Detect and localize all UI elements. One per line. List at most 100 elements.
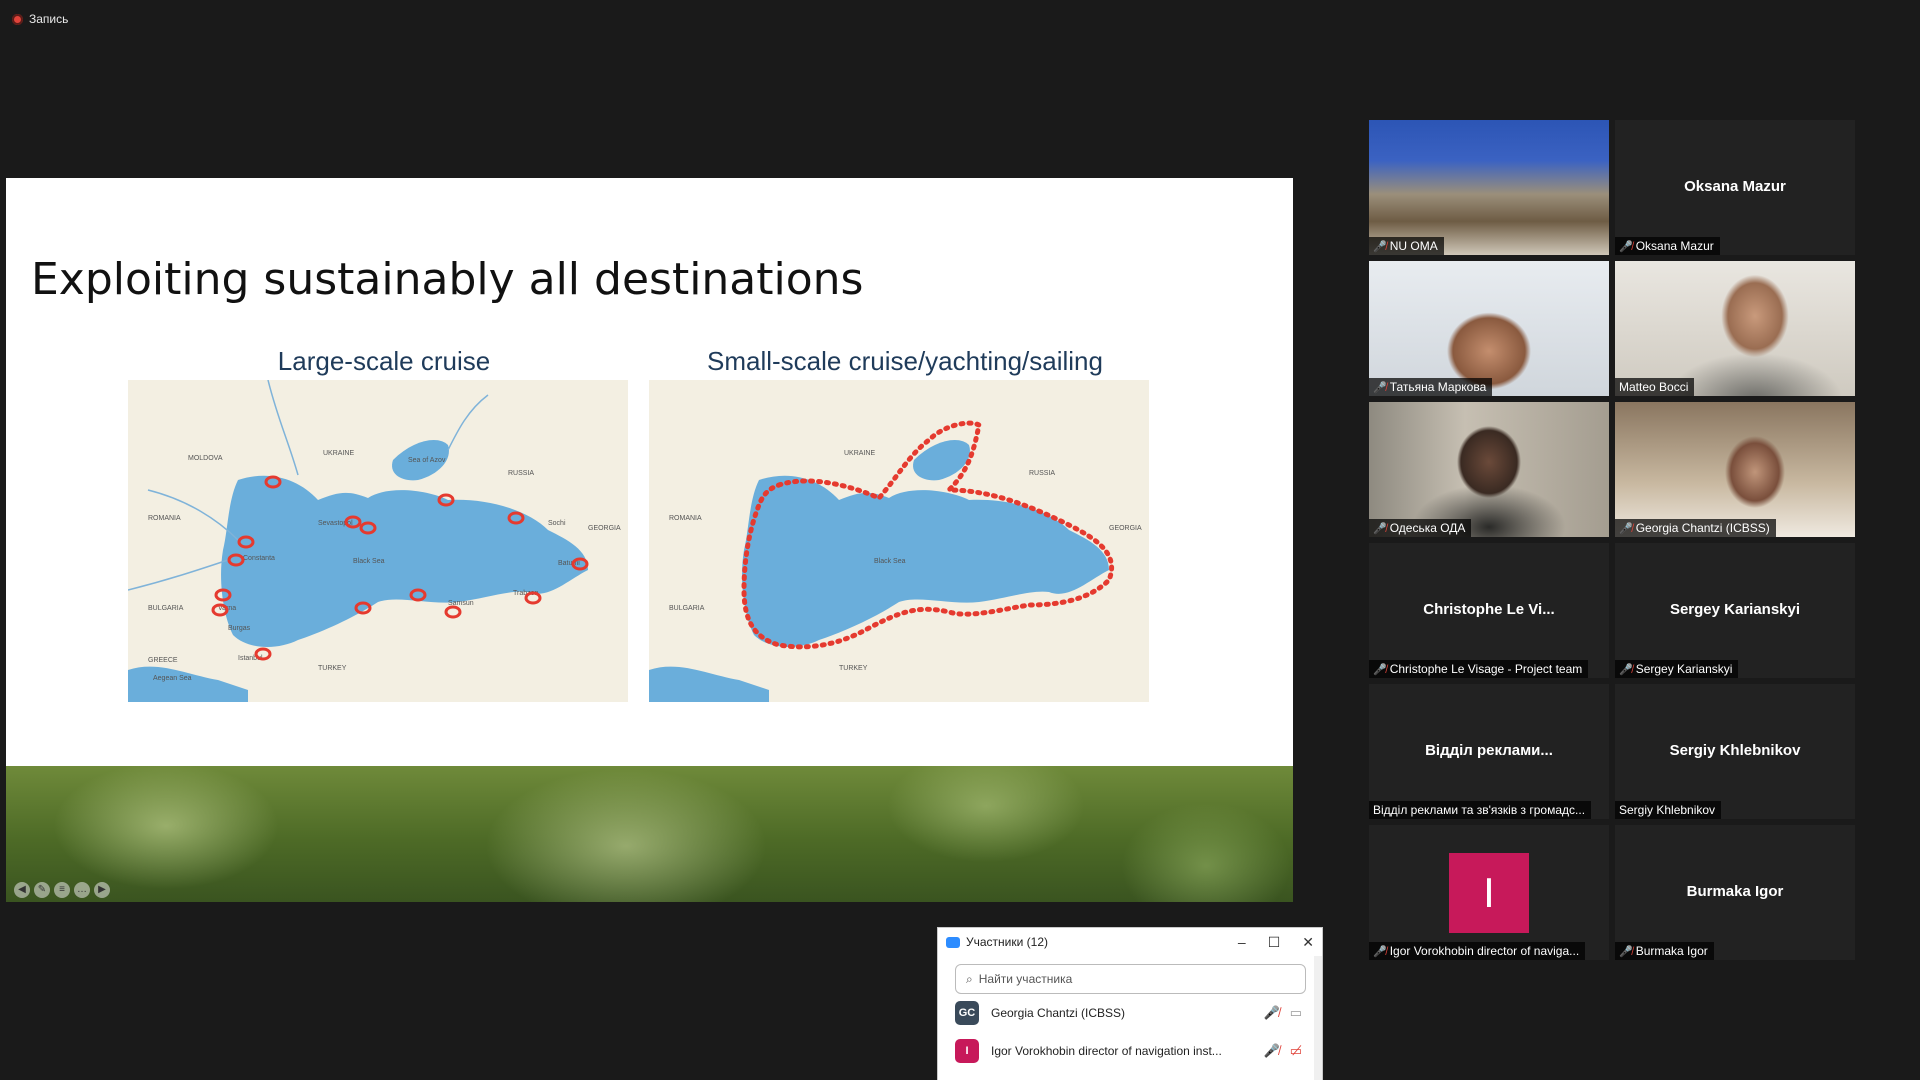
recording-label: Запись <box>29 12 69 26</box>
label-romania: ROMANIA <box>148 515 181 522</box>
slide-controls[interactable]: ◀ ✎ ≡ … ▶ <box>14 882 110 898</box>
tile-igor-vorokhobin[interactable]: I 🎤̸ Igor Vorokhobin director of naviga..… <box>1369 825 1609 960</box>
mic-muted-icon: 🎤̸ <box>1373 381 1387 394</box>
large-scale-map: UKRAINE RUSSIA MOLDOVA ROMANIA BULGARIA … <box>128 380 628 702</box>
svg-text:UKRAINE: UKRAINE <box>844 450 875 457</box>
label-bulgaria: BULGARIA <box>148 605 184 612</box>
svg-text:RUSSIA: RUSSIA <box>1029 470 1055 477</box>
participant-label: 🎤̸ Oksana Mazur <box>1615 237 1720 255</box>
svg-text:ROMANIA: ROMANIA <box>669 515 702 522</box>
mic-muted-icon: 🎤̸ <box>1619 663 1633 676</box>
svg-text:TURKEY: TURKEY <box>839 665 868 672</box>
participant-row[interactable]: I Igor Vorokhobin director of navigation… <box>938 1032 1322 1070</box>
menu-icon[interactable]: ≡ <box>54 882 70 898</box>
conference-room-video <box>1369 120 1609 255</box>
mic-muted-icon[interactable]: 🎤̸ <box>1264 1043 1280 1059</box>
mic-muted-icon[interactable]: 🎤̸ <box>1264 1005 1280 1021</box>
label-greece: GREECE <box>148 657 178 664</box>
tile-burmaka-igor[interactable]: Burmaka Igor 🎤̸ Burmaka Igor <box>1615 825 1855 960</box>
participant-row[interactable]: GC Georgia Chantzi (ICBSS) 🎤̸ ▭ <box>938 994 1322 1032</box>
tile-oksana-mazur[interactable]: Oksana Mazur 🎤̸ Oksana Mazur <box>1615 120 1855 255</box>
participant-row-name: Georgia Chantzi (ICBSS) <box>991 1006 1126 1020</box>
label-russia: RUSSIA <box>508 470 534 477</box>
participant-row-name: Igor Vorokhobin director of navigation i… <box>991 1044 1222 1058</box>
label-burgas: Burgas <box>228 625 251 632</box>
participant-video <box>1615 261 1855 396</box>
label-constanta: Constanta <box>243 555 275 562</box>
label-sochi: Sochi <box>548 520 566 527</box>
shared-slide: Exploiting sustainably all destinations … <box>6 178 1293 902</box>
search-placeholder: Найти участника <box>978 972 1073 986</box>
participant-label: 🎤̸ Burmaka Igor <box>1615 942 1714 960</box>
participant-video <box>1615 402 1855 537</box>
participant-label: 🎤̸ Татьяна Маркова <box>1369 378 1493 396</box>
mic-muted-icon: 🎤̸ <box>1619 240 1633 253</box>
participant-display-name: Sergey Karianskyi <box>1669 600 1801 618</box>
mic-muted-icon: 🎤̸ <box>1373 522 1387 535</box>
minimize-icon[interactable]: – <box>1238 934 1246 951</box>
participant-label: 🎤̸ NU OMA <box>1369 237 1444 255</box>
right-map-caption: Small-scale cruise/yachting/sailing <box>707 346 1103 376</box>
prev-slide-icon[interactable]: ◀ <box>14 882 30 898</box>
panel-titlebar: Участники (12) – ☐ ✕ <box>938 928 1322 956</box>
svg-text:Black Sea: Black Sea <box>874 558 906 565</box>
tile-sergey-karianskyi[interactable]: Sergey Karianskyi 🎤̸ Sergey Karianskyi <box>1615 543 1855 678</box>
recording-indicator[interactable]: Запись <box>12 12 68 26</box>
participant-label: 🎤̸ Georgia Chantzi (ICBSS) <box>1615 519 1776 537</box>
label-georgia: GEORGIA <box>588 525 621 532</box>
video-icon[interactable]: ▭ <box>1290 1005 1302 1021</box>
participant-label: 🎤̸ Одеська ОДА <box>1369 519 1472 537</box>
avatar: I <box>1449 853 1529 933</box>
mic-muted-icon: 🎤̸ <box>1373 240 1387 253</box>
large-scale-map-svg: UKRAINE RUSSIA MOLDOVA ROMANIA BULGARIA … <box>128 380 628 702</box>
participant-display-name: Sergiy Khlebnikov <box>1669 741 1801 759</box>
label-ukraine: UKRAINE <box>323 450 354 457</box>
video-off-icon[interactable]: ▭̸ <box>1290 1043 1302 1059</box>
participant-label: 🎤̸ Igor Vorokhobin director of naviga... <box>1369 942 1586 960</box>
next-slide-icon[interactable]: ▶ <box>94 882 110 898</box>
panel-scrollbar[interactable] <box>1314 956 1322 1080</box>
avatar: GC <box>955 1001 979 1025</box>
participant-display-name: Oksana Mazur <box>1684 177 1786 195</box>
participant-display-name: Burmaka Igor <box>1686 882 1784 900</box>
tile-nu-oma[interactable]: 🎤̸ NU OMA <box>1369 120 1609 255</box>
more-icon[interactable]: … <box>74 882 90 898</box>
panel-title: Участники (12) <box>966 935 1049 949</box>
tile-matteo-bocci[interactable]: Matteo Bocci <box>1615 261 1855 396</box>
participant-display-name: Christophe Le Vi... <box>1423 600 1555 618</box>
label-black-sea: Black Sea <box>353 558 385 565</box>
mic-muted-icon: 🎤̸ <box>1619 522 1633 535</box>
participant-label: 🎤̸ Sergey Karianskyi <box>1615 660 1739 678</box>
tile-georgia-chantzi[interactable]: 🎤̸ Georgia Chantzi (ICBSS) <box>1615 402 1855 537</box>
participant-video <box>1369 402 1609 537</box>
left-map-caption: Large-scale cruise <box>277 346 491 376</box>
tile-odeska-oda[interactable]: 🎤̸ Одеська ОДА <box>1369 402 1609 537</box>
label-turkey: TURKEY <box>318 665 347 672</box>
search-icon: ⌕ <box>966 971 973 986</box>
tile-sergiy-khlebnikov[interactable]: Sergiy Khlebnikov Sergiy Khlebnikov <box>1615 684 1855 819</box>
svg-text:BULGARIA: BULGARIA <box>669 605 705 612</box>
small-scale-map-svg: UKRAINE RUSSIA ROMANIA BULGARIA TURKEY G… <box>649 380 1149 702</box>
close-icon[interactable]: ✕ <box>1302 934 1314 951</box>
participant-label: 🎤̸ Christophe Le Visage - Project team <box>1369 660 1589 678</box>
maximize-icon[interactable]: ☐ <box>1268 934 1281 951</box>
participant-display-name: Відділ реклами... <box>1425 741 1553 759</box>
participant-search-input[interactable]: ⌕ Найти участника <box>955 964 1306 994</box>
participants-panel: Участники (12) – ☐ ✕ ⌕ Найти участника G… <box>938 928 1322 1080</box>
label-aegean: Aegean Sea <box>153 675 192 682</box>
participant-label: Matteo Bocci <box>1615 378 1695 396</box>
slide-background-photo: ◀ ✎ ≡ … ▶ <box>6 766 1293 902</box>
pen-icon[interactable]: ✎ <box>34 882 50 898</box>
mic-muted-icon: 🎤̸ <box>1373 945 1387 958</box>
tile-tatyana-markova[interactable]: 🎤̸ Татьяна Маркова <box>1369 261 1609 396</box>
mic-muted-icon: 🎤̸ <box>1373 663 1387 676</box>
mic-muted-icon: 🎤̸ <box>1619 945 1633 958</box>
svg-text:GEORGIA: GEORGIA <box>1109 525 1142 532</box>
tile-viddil-reklamy[interactable]: Відділ реклами... Відділ реклами та зв'я… <box>1369 684 1609 819</box>
participant-video <box>1369 261 1609 396</box>
small-scale-map: UKRAINE RUSSIA ROMANIA BULGARIA TURKEY G… <box>649 380 1149 702</box>
label-moldova: MOLDOVA <box>188 455 223 462</box>
participant-label: Відділ реклами та зв'язків з громадс... <box>1369 801 1592 819</box>
tile-christophe-le-visage[interactable]: Christophe Le Vi... 🎤̸ Christophe Le Visa… <box>1369 543 1609 678</box>
avatar: I <box>955 1039 979 1063</box>
